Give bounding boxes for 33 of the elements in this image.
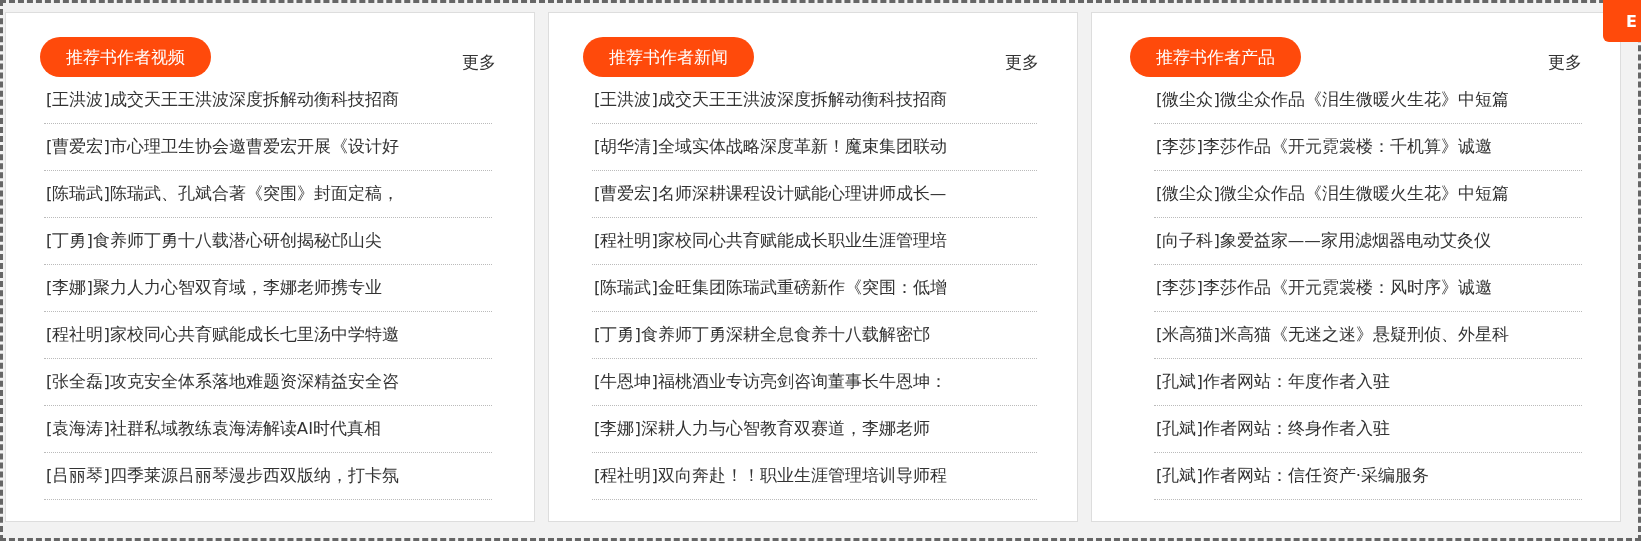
article-link[interactable]: [程社明]双向奔赴！！职业生涯管理培训导师程 — [592, 465, 947, 487]
article-link[interactable]: [袁海涛]社群私域教练袁海涛解读AI时代真相 — [44, 418, 382, 440]
article-link[interactable]: [牛恩坤]福桃酒业专访亮剑咨询董事长牛恩坤： — [592, 371, 947, 393]
more-link[interactable]: 更多 — [1005, 51, 1039, 74]
article-link[interactable]: [陈瑞武]金旺集团陈瑞武重磅新作《突围：低增 — [592, 277, 947, 299]
article-link[interactable]: [米高猫]米高猫《无迷之迷》悬疑刑侦、外星科 — [1154, 324, 1509, 346]
article-link[interactable]: [吕丽琴]四季莱源吕丽琴漫步西双版纳，打卡氛 — [44, 465, 399, 487]
article-link[interactable]: [孔斌]作者网站：终身作者入驻 — [1154, 418, 1390, 440]
article-link[interactable]: [李莎]李莎作品《开元霓裳楼：风时序》诚邀 — [1154, 277, 1492, 299]
article-link[interactable]: [丁勇]食养师丁勇十八载潜心研创揭秘邙山尖 — [44, 230, 382, 252]
section-title-pill: 推荐书作者视频 — [40, 37, 211, 77]
article-link[interactable]: [孔斌]作者网站：信任资产·采编服务 — [1154, 465, 1430, 487]
article-link[interactable]: [陈瑞武]陈瑞武、孔斌合著《突围》封面定稿， — [44, 183, 399, 205]
article-link[interactable]: [丁勇]食养师丁勇深耕全息食养十八载解密邙 — [592, 324, 930, 346]
article-link[interactable]: [王洪波]成交天王王洪波深度拆解动衡科技招商 — [592, 89, 947, 111]
article-link[interactable]: [曹爱宏]市心理卫生协会邀曹爱宏开展《设计好 — [44, 136, 399, 158]
article-link[interactable]: [李莎]李莎作品《开元霓裳楼：千机算》诚邀 — [1154, 136, 1492, 158]
article-link[interactable]: [张全磊]攻克安全体系落地难题资深精益安全咨 — [44, 371, 399, 393]
article-link[interactable]: [胡华清]全域实体战略深度革新！魔束集团联动 — [592, 136, 947, 158]
article-link[interactable]: [王洪波]成交天王王洪波深度拆解动衡科技招商 — [44, 89, 399, 111]
article-link[interactable]: [曹爱宏]名师深耕课程设计赋能心理讲师成长— — [592, 183, 947, 205]
more-link[interactable]: 更多 — [1548, 51, 1582, 74]
more-link[interactable]: 更多 — [462, 51, 496, 74]
article-link[interactable]: [孔斌]作者网站：年度作者入驻 — [1154, 371, 1390, 393]
article-link[interactable]: [程社明]家校同心共育赋能成长职业生涯管理培 — [592, 230, 947, 252]
article-link[interactable]: [微尘众]微尘众作品《泪生微暖火生花》中短篇 — [1154, 89, 1509, 111]
article-link[interactable]: [李娜]聚力人力心智双育域，李娜老师携专业 — [44, 277, 382, 299]
section-title-pill: 推荐书作者产品 — [1130, 37, 1301, 77]
article-link[interactable]: [李娜]深耕人力与心智教育双赛道，李娜老师 — [592, 418, 930, 440]
article-link[interactable]: [程社明]家校同心共育赋能成长七里汤中学特邀 — [44, 324, 399, 346]
article-link[interactable]: [微尘众]微尘众作品《泪生微暖火生花》中短篇 — [1154, 183, 1509, 205]
section-title-pill: 推荐书作者新闻 — [583, 37, 754, 77]
article-link[interactable]: [向子科]象爱益家——家用滤烟器电动艾灸仪 — [1154, 230, 1491, 252]
